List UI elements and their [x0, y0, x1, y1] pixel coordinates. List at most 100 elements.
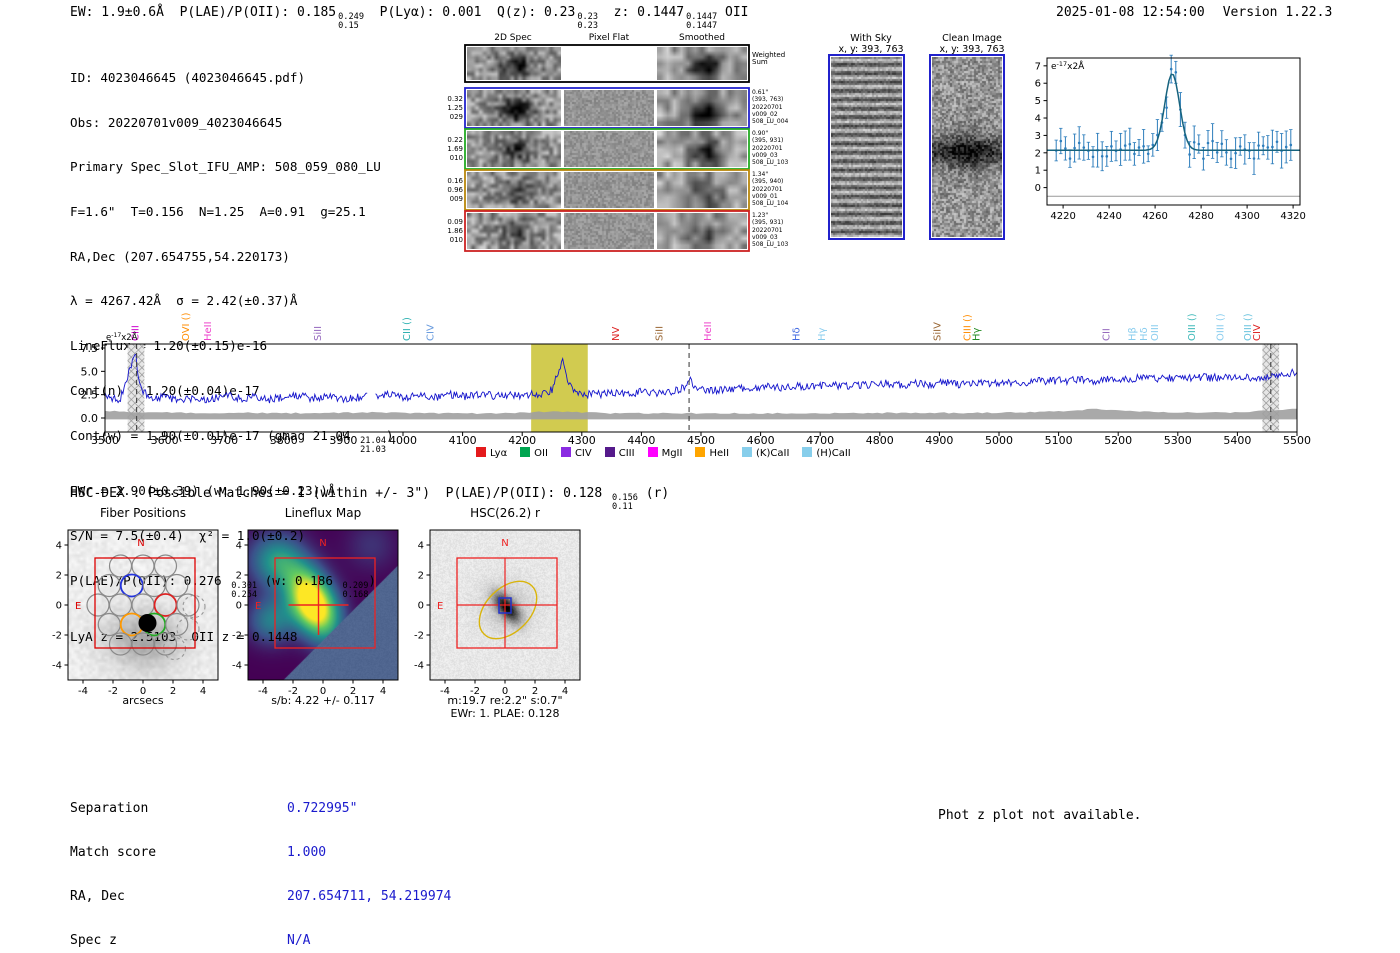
- plae-value: P(LAE)/P(OII): 0.185: [179, 5, 337, 20]
- hsc-caption-plae: EWr: 1. PLAE: 0.128: [450, 707, 560, 720]
- lineflux-map-title: Lineflux Map: [284, 506, 362, 520]
- svg-text:-4: -4: [52, 661, 62, 672]
- svg-text:Hβ: Hβ: [1128, 327, 1139, 341]
- pixelflat-image-row4: [564, 213, 654, 249]
- svg-text:4: 4: [1035, 114, 1041, 125]
- svg-text:SiII: SiII: [654, 326, 665, 341]
- svg-text:3: 3: [1035, 131, 1041, 142]
- spec2d-row-left-labels: 0.32 1.25 029: [447, 94, 463, 121]
- col-header-2dspec: 2D Spec: [494, 33, 532, 43]
- svg-text:OIII (): OIII (): [1243, 313, 1254, 341]
- match-summary-table: Separation 0.722995" Match score 1.000 RA,…: [70, 773, 451, 953]
- svg-text:4: 4: [56, 541, 62, 552]
- svg-text:-2: -2: [52, 631, 62, 642]
- z-type: OII: [717, 5, 749, 20]
- legend-label: (K)CaII: [756, 448, 790, 459]
- svg-text:4220: 4220: [1050, 211, 1075, 222]
- ew-value: EW: 1.9±0.6Å: [70, 5, 180, 20]
- smoothed-image-row2: [657, 131, 747, 167]
- z-value: z: 0.1447: [598, 5, 685, 20]
- pixelflat-blank-row0: [564, 47, 654, 80]
- spec2d-image-row0: [467, 47, 561, 80]
- cleanimage-image: [932, 57, 1002, 237]
- hsc-caption-morphology: m:19.7 re:2.2" s:0.7": [447, 694, 563, 707]
- legend-item-heii: HeII: [695, 447, 729, 459]
- header-stats: EW: 1.9±0.6Å P(LAE)/P(OII): 0.185 0.249 0.…: [70, 5, 748, 31]
- svg-text:4200: 4200: [508, 434, 536, 447]
- legend-swatch-civ: [560, 447, 571, 457]
- legend-swatch-hcaii: [802, 447, 813, 457]
- table-row: Separation 0.722995": [70, 801, 358, 817]
- info-obs: Obs: 20220701v009_4023046645: [70, 114, 283, 130]
- svg-text:4500: 4500: [687, 434, 715, 447]
- legend-label: CIII: [618, 448, 635, 459]
- withsky-title: With Sky: [850, 33, 892, 44]
- svg-text:OIII: OIII: [1150, 324, 1161, 341]
- svg-text:CII: CII: [1101, 328, 1112, 341]
- svg-text:4320: 4320: [1280, 211, 1305, 222]
- svg-text:4280: 4280: [1188, 211, 1213, 222]
- report-version: Version 1.22.3: [1222, 5, 1333, 20]
- spec2d-row-right-annotations: 1.34" (395, 940) 20220701 v009_01 508_LU_104: [752, 171, 789, 208]
- svg-text:5200: 5200: [1104, 434, 1132, 447]
- info-primary-spec: Primary Spec_Slot_IFU_AMP: 508_059_080_L…: [70, 159, 381, 175]
- legend-item-oii: OII: [520, 447, 548, 459]
- svg-text:4300: 4300: [568, 434, 596, 447]
- svg-text:5300: 5300: [1164, 434, 1192, 447]
- svg-text:4260: 4260: [1142, 211, 1167, 222]
- svg-text:CII (): CII (): [402, 317, 413, 341]
- svg-text:4100: 4100: [449, 434, 477, 447]
- spec2d-image-row3: [467, 172, 561, 208]
- svg-text:OIII (): OIII (): [1216, 313, 1227, 341]
- svg-text:CIV: CIV: [425, 324, 436, 341]
- legend-item-lya: Lyα: [476, 447, 507, 459]
- svg-text:4800: 4800: [866, 434, 894, 447]
- svg-text:5500: 5500: [1283, 434, 1311, 447]
- pixelflat-image-row1: [564, 90, 654, 126]
- hsc-r-image: [430, 530, 580, 680]
- info-radec: RA,Dec (207.654755,54.220173): [70, 248, 290, 264]
- svg-text:-4: -4: [414, 661, 424, 672]
- col-header-pixelflat: Pixel Flat: [588, 33, 630, 43]
- svg-text:5100: 5100: [1045, 434, 1073, 447]
- spec2d-image-row4: [467, 213, 561, 249]
- header-datetime: 2025-01-08 12:54:00 Version 1.22.3: [1056, 5, 1332, 20]
- info-lineflux: LineFlux = 1.20(±0.15)e-16: [70, 338, 268, 354]
- table-row: Spec z N/A: [70, 932, 311, 948]
- spec2d-row-right-annotations: 1.23" (395, 931) 20220701 v009_03 508_LU_103: [752, 212, 789, 249]
- info-plae-poii: P(LAE)/P(OII): 0.276 0.301 0.254 (w: 0.18…: [70, 572, 376, 600]
- spec2d-row-left-labels: 0.22 1.69 010: [447, 135, 463, 162]
- cleanimage-title: Clean Image: [942, 33, 1002, 44]
- legend-item-hcaii: (H)CaII: [802, 447, 851, 459]
- report-date: 2025-01-08 12:54:00: [1056, 5, 1205, 20]
- table-row: Match score 1.000: [70, 844, 327, 860]
- lineflux-caption: s/b: 4.22 +/- 0.117: [271, 694, 375, 707]
- legend-label: MgII: [661, 448, 683, 459]
- cleanimage-coords: x, y: 393, 763: [939, 44, 1005, 55]
- svg-text:0: 0: [1035, 183, 1041, 194]
- svg-text:Hδ: Hδ: [1139, 327, 1150, 341]
- legend-label: HeII: [709, 448, 730, 459]
- info-seeing: F=1.6" T=0.156 N=1.25 A=0.91 g=25.1: [70, 203, 366, 219]
- info-lambda: λ = 4267.42Å σ = 2.42(±0.37)Å: [70, 293, 298, 309]
- svg-text:SiIV: SiIV: [933, 322, 944, 341]
- spec2d-row-left-labels: 0.09 1.86 010: [447, 217, 463, 244]
- elixer-report-page: 4220 4240 4260 4280 4300 4320 0 1 2 3 4 5 6 7 e-17x2Å 3…: [0, 0, 1400, 953]
- svg-text:CIII (): CIII (): [962, 314, 973, 341]
- spec2d-image-row2: [467, 131, 561, 167]
- qz-uncertainty: 0.23 0.23: [577, 12, 599, 32]
- fiber-xlabel: arcsecs: [122, 694, 164, 707]
- svg-text:1: 1: [1035, 166, 1041, 177]
- svg-text:5000: 5000: [985, 434, 1013, 447]
- svg-text:0: 0: [418, 601, 424, 612]
- svg-text:4900: 4900: [925, 434, 953, 447]
- svg-text:5400: 5400: [1223, 434, 1251, 447]
- legend-item-kcaii: (K)CaII: [742, 447, 789, 459]
- svg-text:0: 0: [56, 601, 62, 612]
- svg-text:2: 2: [1035, 148, 1041, 159]
- svg-text:Hγ: Hγ: [817, 327, 828, 341]
- table-row: RA, Dec 207.654711, 54.219974: [70, 888, 452, 904]
- pixelflat-image-row2: [564, 131, 654, 167]
- withsky-image: [831, 57, 902, 237]
- pixelflat-image-row3: [564, 172, 654, 208]
